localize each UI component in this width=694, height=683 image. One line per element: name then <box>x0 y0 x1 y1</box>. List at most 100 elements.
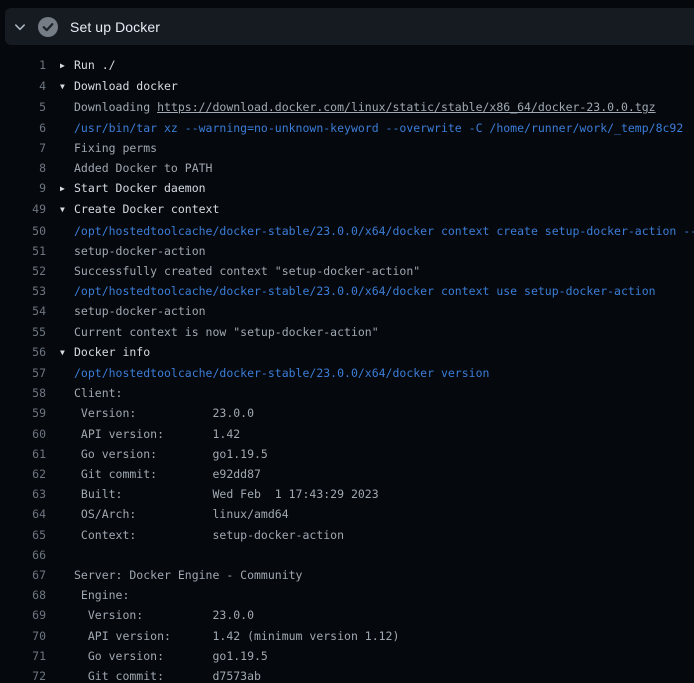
line-number[interactable]: 54 <box>0 301 46 321</box>
log-text: Git commit: e92dd87 <box>74 467 261 481</box>
log-text: Successfully created context "setup-dock… <box>74 264 420 278</box>
log-line: 58 Client: <box>0 383 694 403</box>
log-container: 1▶Run ./4▼Download docker5Downloading ht… <box>0 55 694 683</box>
log-command-text: /usr/bin/tar xz --warning=no-unknown-key… <box>74 121 683 135</box>
log-text: setup-docker-action <box>74 244 206 258</box>
line-number[interactable]: 5 <box>0 97 46 117</box>
line-number[interactable]: 66 <box>0 545 46 565</box>
log-line: 72 Git commit: d7573ab <box>0 666 694 683</box>
log-line: 68 Engine: <box>0 585 694 605</box>
line-number[interactable]: 4 <box>0 76 46 96</box>
log-group-header[interactable]: 1▶Run ./ <box>0 55 694 76</box>
log-group-header[interactable]: 56 ▼Docker info <box>0 342 694 363</box>
line-number[interactable]: 59 <box>0 403 46 423</box>
log-group-header[interactable]: 49 ▼Create Docker context <box>0 199 694 220</box>
line-number[interactable]: 67 <box>0 565 46 585</box>
line-number[interactable]: 49 <box>0 199 46 219</box>
line-number[interactable]: 68 <box>0 585 46 605</box>
line-number[interactable]: 62 <box>0 464 46 484</box>
log-text: Built: Wed Feb 1 17:43:29 2023 <box>74 487 379 501</box>
line-number[interactable]: 58 <box>0 383 46 403</box>
log-line: 60 API version: 1.42 <box>0 424 694 444</box>
log-text: setup-docker-action <box>74 304 206 318</box>
step-status-badge <box>38 17 58 37</box>
line-number[interactable]: 71 <box>0 646 46 666</box>
log-line: 63 Built: Wed Feb 1 17:43:29 2023 <box>0 484 694 504</box>
log-text: Version: 23.0.0 <box>74 608 254 622</box>
log-line: 5 Downloading https://download.docker.com… <box>0 97 694 117</box>
log-text: API version: 1.42 <box>74 427 240 441</box>
group-title: Docker info <box>74 345 150 359</box>
line-number[interactable]: 64 <box>0 504 46 524</box>
log-text: Context: setup-docker-action <box>74 528 344 542</box>
log-group-header[interactable]: 4▼Download docker <box>0 76 694 97</box>
triangle-right-icon: ▶ <box>60 179 74 199</box>
log-line: 55Current context is now "setup-docker-a… <box>0 322 694 342</box>
log-line: 69 Version: 23.0.0 <box>0 605 694 625</box>
log-text: Client: <box>74 386 122 400</box>
log-text: Engine: <box>74 588 129 602</box>
log-line: 52 Successfully created context "setup-do… <box>0 261 694 281</box>
log-text: Server: Docker Engine - Community <box>74 568 302 582</box>
line-number[interactable]: 70 <box>0 626 46 646</box>
log-text: Version: 23.0.0 <box>74 406 254 420</box>
line-number[interactable]: 61 <box>0 444 46 464</box>
line-number[interactable]: 50 <box>0 221 46 241</box>
log-line: 8 Added Docker to PATH <box>0 158 694 178</box>
log-line: 51 setup-docker-action <box>0 241 694 261</box>
triangle-down-icon: ▼ <box>60 343 74 363</box>
line-number[interactable]: 53 <box>0 281 46 301</box>
line-number[interactable]: 55 <box>0 322 46 342</box>
log-text: Fixing perms <box>74 141 157 155</box>
log-text: Git commit: d7573ab <box>74 669 261 683</box>
log-line: 6/usr/bin/tar xz --warning=no-unknown-ke… <box>0 118 694 138</box>
log-command-text: /opt/hostedtoolcache/docker-stable/23.0.… <box>74 224 694 238</box>
log-text: OS/Arch: linux/amd64 <box>74 507 289 521</box>
triangle-down-icon: ▼ <box>60 200 74 220</box>
line-number[interactable]: 69 <box>0 605 46 625</box>
line-number[interactable]: 51 <box>0 241 46 261</box>
collapse-step-button[interactable] <box>5 8 35 45</box>
line-number[interactable]: 8 <box>0 158 46 178</box>
check-circle-icon <box>38 17 58 37</box>
step-header[interactable]: Set up Docker <box>5 8 694 45</box>
log-link[interactable]: https://download.docker.com/linux/static… <box>157 100 656 114</box>
log-line: 67 Server: Docker Engine - Community <box>0 565 694 585</box>
log-text: Downloading <box>74 100 157 114</box>
line-number[interactable]: 7 <box>0 138 46 158</box>
log-line: 70 API version: 1.42 (minimum version 1.… <box>0 626 694 646</box>
line-number[interactable]: 6 <box>0 118 46 138</box>
line-number[interactable]: 65 <box>0 525 46 545</box>
log-line: 71 Go version: go1.19.5 <box>0 646 694 666</box>
log-text: API version: 1.42 (minimum version 1.12) <box>74 629 399 643</box>
log-line: 61 Go version: go1.19.5 <box>0 444 694 464</box>
log-text: Go version: go1.19.5 <box>74 649 268 663</box>
log-line: 53/opt/hostedtoolcache/docker-stable/23.… <box>0 281 694 301</box>
log-line: 57/opt/hostedtoolcache/docker-stable/23.… <box>0 363 694 383</box>
line-number[interactable]: 57 <box>0 363 46 383</box>
log-line: 62 Git commit: e92dd87 <box>0 464 694 484</box>
actions-log-panel: Set up Docker 1▶Run ./4▼Download docker5… <box>0 0 694 683</box>
log-line: 66 <box>0 545 694 565</box>
log-command-text: /opt/hostedtoolcache/docker-stable/23.0.… <box>74 284 656 298</box>
log-line: 7 Fixing perms <box>0 138 694 158</box>
chevron-down-icon <box>13 20 27 34</box>
group-title: Run ./ <box>74 58 116 72</box>
log-command-text: /opt/hostedtoolcache/docker-stable/23.0.… <box>74 366 489 380</box>
line-number[interactable]: 52 <box>0 261 46 281</box>
line-number[interactable]: 72 <box>0 666 46 683</box>
log-group-header[interactable]: 9 ▶Start Docker daemon <box>0 178 694 199</box>
line-number[interactable]: 60 <box>0 424 46 444</box>
line-number[interactable]: 1 <box>0 55 46 75</box>
log-text: Added Docker to PATH <box>74 161 212 175</box>
group-title: Start Docker daemon <box>74 181 206 195</box>
group-title: Create Docker context <box>74 202 219 216</box>
line-number[interactable]: 63 <box>0 484 46 504</box>
log-line: 54 setup-docker-action <box>0 301 694 321</box>
line-number[interactable]: 9 <box>0 178 46 198</box>
line-number[interactable]: 56 <box>0 342 46 362</box>
group-title: Download docker <box>74 79 178 93</box>
log-line: 64 OS/Arch: linux/amd64 <box>0 504 694 524</box>
step-title: Set up Docker <box>70 19 160 35</box>
log-line: 59 Version: 23.0.0 <box>0 403 694 423</box>
